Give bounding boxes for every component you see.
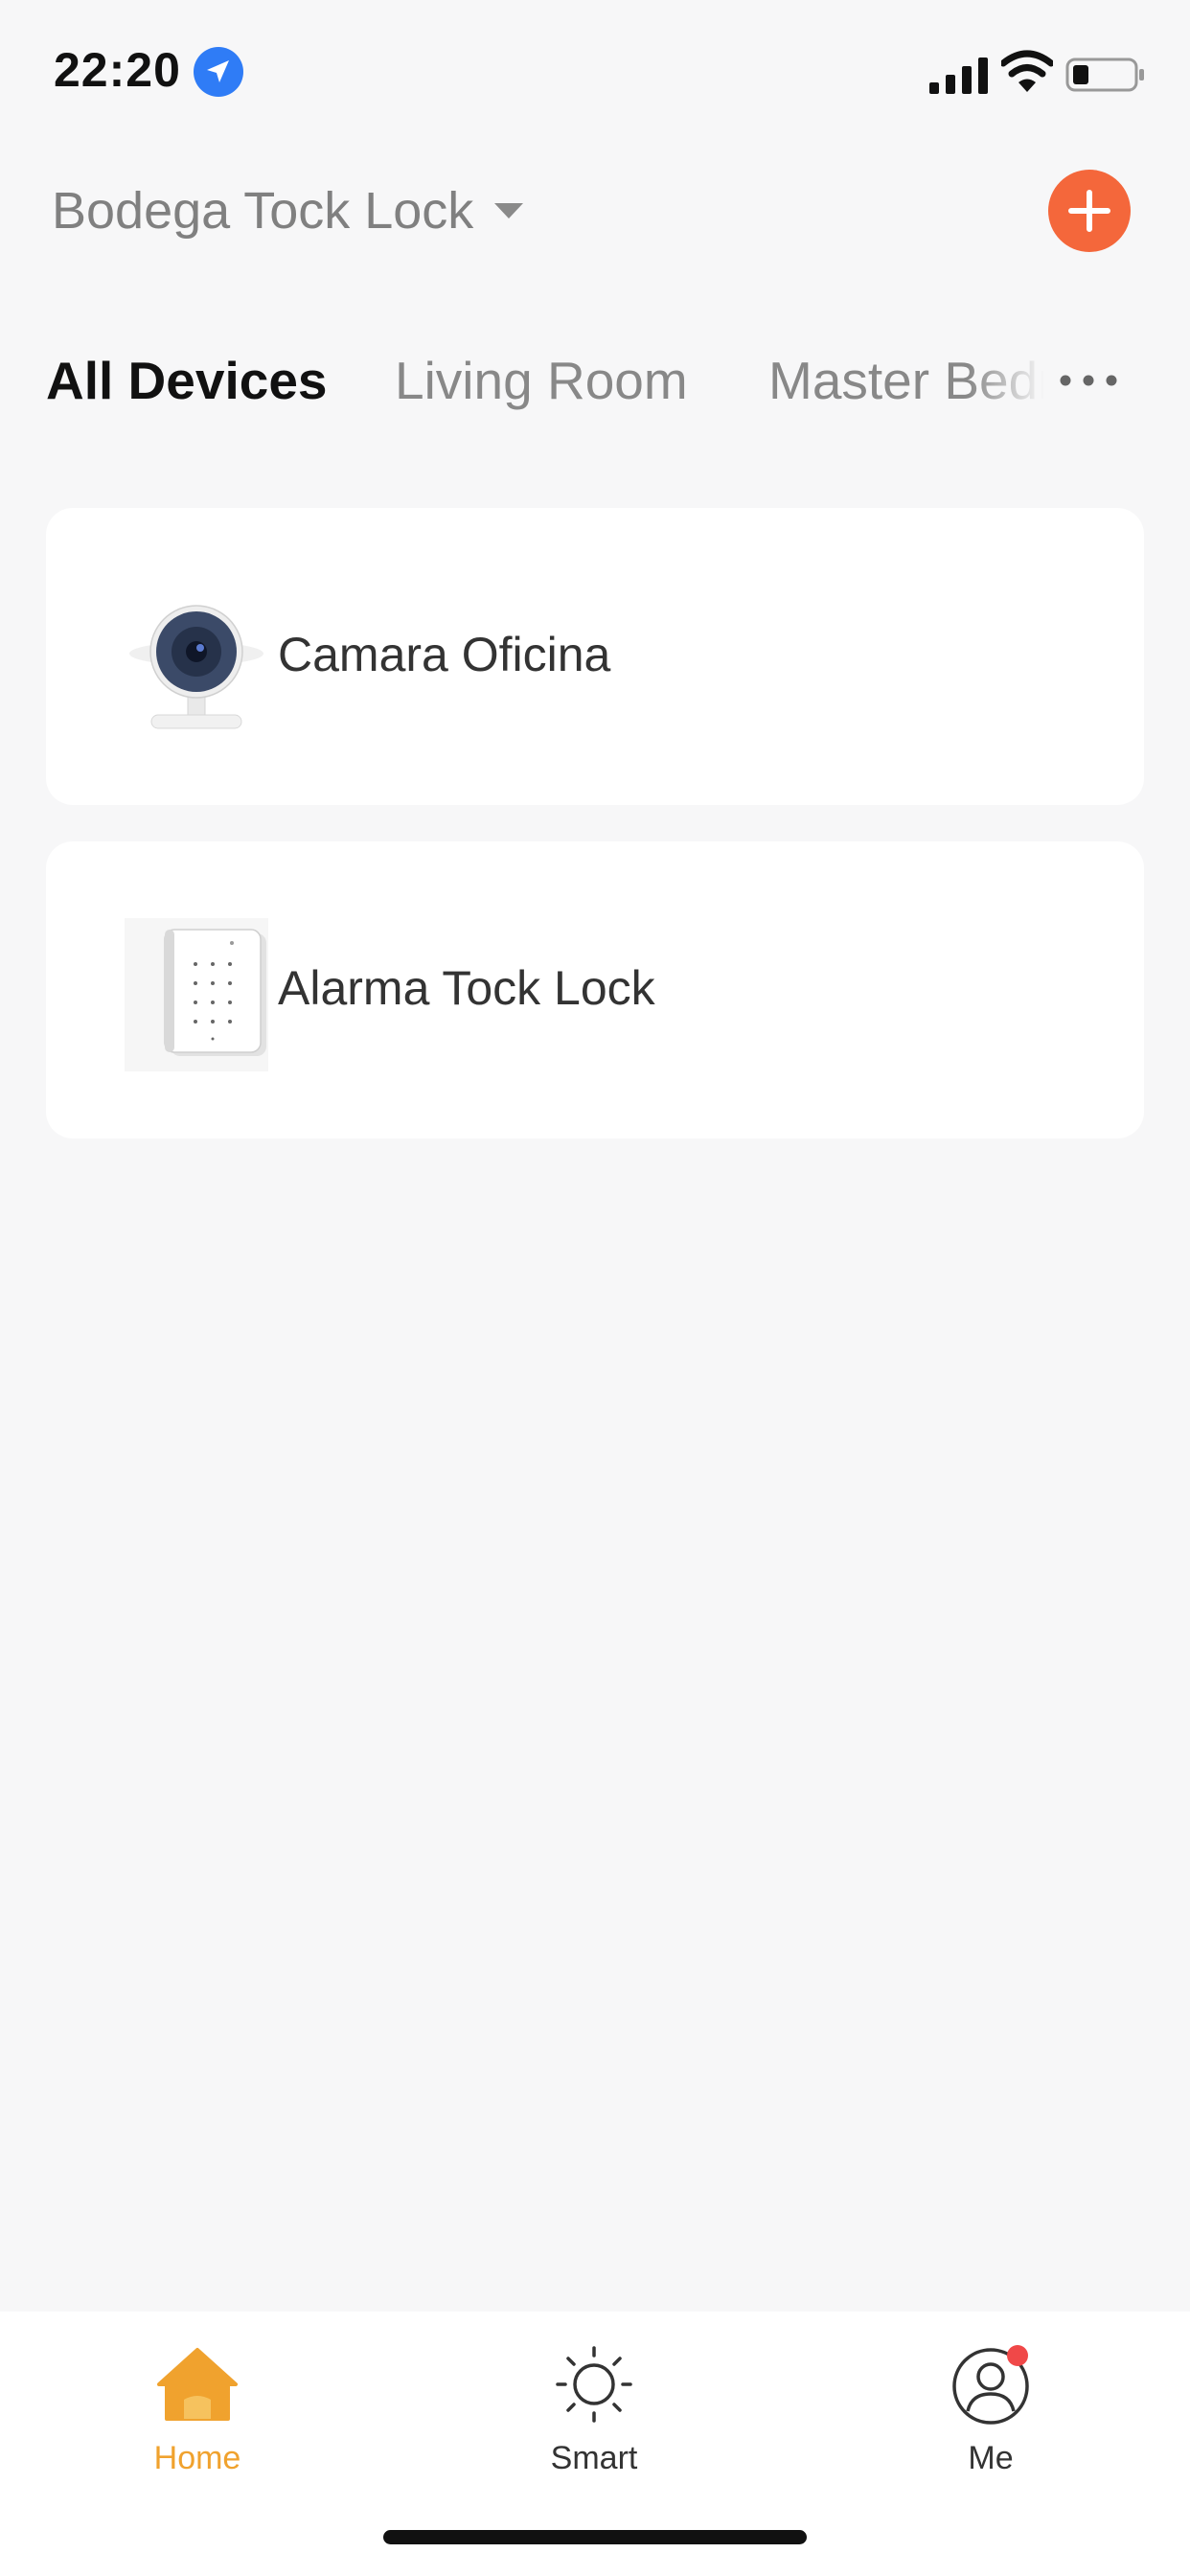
alarm-keypad-icon	[125, 918, 268, 1071]
user-icon	[952, 2345, 1029, 2425]
home-icon	[157, 2348, 238, 2421]
nav-smart[interactable]: Smart	[498, 2333, 690, 2476]
room-tabs: All Devices Living Room Master Bedroom	[0, 340, 1190, 426]
plus-icon	[1068, 190, 1110, 232]
nav-home[interactable]: Home	[102, 2333, 293, 2476]
home-selector[interactable]: Bodega Tock Lock	[52, 177, 525, 244]
nav-me-label: Me	[968, 2440, 1014, 2476]
device-card-alarm[interactable]: Alarma Tock Lock	[46, 841, 1144, 1138]
notification-badge	[1007, 2345, 1028, 2366]
device-name: Alarma Tock Lock	[278, 961, 655, 1015]
sun-icon	[556, 2346, 632, 2423]
caret-down-icon	[494, 203, 524, 218]
device-card-camera[interactable]: Camara Oficina	[46, 508, 1144, 805]
status-bar: 22:20	[0, 0, 1190, 144]
nav-home-label: Home	[153, 2440, 241, 2476]
home-name: Bodega Tock Lock	[52, 182, 474, 240]
cell-signal-icon	[929, 58, 988, 94]
device-name: Camara Oficina	[278, 628, 611, 681]
wifi-icon	[1001, 50, 1053, 92]
home-indicator	[383, 2530, 807, 2544]
tab-all-devices[interactable]: All Devices	[46, 350, 328, 411]
status-time: 22:20	[54, 43, 181, 97]
camera-device-icon	[129, 605, 263, 729]
nav-me[interactable]: Me	[895, 2333, 1087, 2476]
location-arrow-icon	[194, 47, 243, 97]
tab-living-room[interactable]: Living Room	[395, 350, 688, 411]
add-device-button[interactable]	[1048, 170, 1131, 252]
nav-smart-label: Smart	[550, 2440, 638, 2476]
battery-icon	[1065, 58, 1144, 92]
more-dots-icon[interactable]	[1054, 361, 1123, 400]
